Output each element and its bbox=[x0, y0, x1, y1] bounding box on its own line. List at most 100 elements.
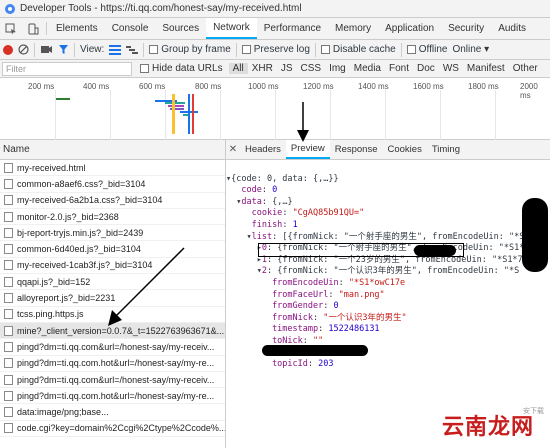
json-value: "CgAQ85b91QU=" bbox=[292, 208, 365, 219]
disable-cache-checkbox[interactable] bbox=[320, 44, 330, 54]
redaction-mark bbox=[522, 198, 548, 272]
tab-audits[interactable]: Audits bbox=[491, 18, 533, 39]
request-row[interactable]: common-a8aef6.css?_bid=3104 bbox=[0, 176, 225, 193]
tab-timing[interactable]: Timing bbox=[427, 140, 465, 159]
tab-network[interactable]: Network bbox=[206, 18, 257, 39]
filter-type-manifest[interactable]: Manifest bbox=[463, 63, 509, 74]
json-key: topicId bbox=[272, 359, 308, 370]
filter-type-js[interactable]: JS bbox=[277, 63, 297, 74]
device-toolbar-icon[interactable] bbox=[22, 18, 44, 39]
request-row[interactable]: bj-report-tryjs.min.js?_bid=2439 bbox=[0, 225, 225, 242]
json-value: {,…} bbox=[272, 196, 293, 207]
video-capture-icon[interactable] bbox=[40, 44, 53, 55]
json-key: fromEncodeUin bbox=[272, 277, 339, 288]
tab-security[interactable]: Security bbox=[441, 18, 491, 39]
json-line[interactable]: ▾2: {fromNick: "一个认识3年的男生", fromEncodeUi… bbox=[226, 266, 550, 278]
tab-cookies[interactable]: Cookies bbox=[383, 140, 427, 159]
filter-icon[interactable] bbox=[58, 44, 69, 55]
request-name: my-received-6a2b1a.css?_bid=3104 bbox=[17, 195, 163, 206]
disable-cache-option[interactable]: Disable cache bbox=[320, 44, 396, 55]
large-rows-icon[interactable] bbox=[109, 44, 122, 55]
timeline-load-marker bbox=[192, 94, 194, 134]
inspect-element-icon[interactable] bbox=[0, 18, 22, 39]
tab-elements[interactable]: Elements bbox=[49, 18, 105, 39]
request-name: my-received.html bbox=[17, 162, 86, 173]
filter-type-ws[interactable]: WS bbox=[439, 63, 463, 74]
network-toolbar: View: Group by frame Preserve log Disabl… bbox=[0, 40, 550, 60]
toolbar-separator bbox=[143, 42, 145, 57]
request-row[interactable]: pingd?dm=ti.qq.com&url=/honest-say/my-re… bbox=[0, 372, 225, 389]
group-by-frame-checkbox[interactable] bbox=[149, 44, 159, 54]
tab-sources[interactable]: Sources bbox=[155, 18, 206, 39]
json-line: fromEncodeUin: "*S1*owC17e bbox=[272, 277, 406, 288]
throttling-select[interactable]: Online ▾ bbox=[452, 44, 489, 55]
close-icon[interactable]: ✕ bbox=[226, 140, 240, 159]
json-preview: ▾{code: 0, data: {,…}} code: 0 ▾data: {,… bbox=[226, 162, 550, 371]
tab-performance[interactable]: Performance bbox=[257, 18, 328, 39]
json-key: timestamp bbox=[272, 324, 319, 335]
tab-memory[interactable]: Memory bbox=[328, 18, 378, 39]
request-row[interactable]: data:image/png;base... bbox=[0, 404, 225, 421]
file-icon bbox=[4, 390, 13, 401]
json-key: code bbox=[241, 185, 262, 196]
tab-console[interactable]: Console bbox=[105, 18, 156, 39]
tab-response[interactable]: Response bbox=[330, 140, 383, 159]
request-row[interactable]: monitor-2.0.js?_bid=2368 bbox=[0, 209, 225, 226]
json-line[interactable]: ▾data: {,…} bbox=[226, 197, 550, 209]
request-name: monitor-2.0.js?_bid=2368 bbox=[17, 211, 119, 222]
clear-icon[interactable] bbox=[18, 44, 29, 55]
json-value: 1 bbox=[292, 219, 298, 230]
record-icon[interactable] bbox=[3, 44, 13, 55]
filter-type-all[interactable]: All bbox=[228, 63, 248, 74]
toolbar-separator bbox=[400, 42, 402, 57]
waterfall-icon[interactable] bbox=[126, 45, 139, 55]
json-value: 0 bbox=[333, 301, 339, 312]
json-key: cookie bbox=[251, 208, 283, 219]
json-key: fromGender bbox=[272, 301, 324, 312]
request-row[interactable]: pingd?dm=ti.qq.com.hot&url=/honest-say/m… bbox=[0, 388, 225, 405]
request-name: pingd?dm=ti.qq.com&url=/honest-say/my-re… bbox=[17, 341, 215, 352]
file-icon bbox=[4, 374, 13, 385]
request-name: tcss.ping.https.js bbox=[17, 309, 84, 320]
json-line: cookie: "CgAQ85b91QU=" bbox=[251, 208, 365, 219]
preserve-log-checkbox[interactable] bbox=[241, 44, 251, 54]
request-row[interactable]: pingd?dm=ti.qq.com&url=/honest-say/my-re… bbox=[0, 339, 225, 356]
request-row[interactable]: code.cgi?key=domain%2Ccgi%2Ctype%2Ccode%… bbox=[0, 421, 225, 438]
filter-type-xhr[interactable]: XHR bbox=[248, 63, 277, 74]
tab-separator bbox=[46, 22, 47, 35]
request-row[interactable]: my-received-6a2b1a.css?_bid=3104 bbox=[0, 193, 225, 209]
request-row[interactable]: pingd?dm=ti.qq.com.hot&url=/honest-say/m… bbox=[0, 356, 225, 372]
filter-type-css[interactable]: CSS bbox=[297, 63, 326, 74]
name-column-header[interactable]: Name bbox=[0, 140, 225, 160]
timeline-dom-marker bbox=[172, 94, 175, 134]
json-root-line[interactable]: ▾{code: 0, data: {,…}} bbox=[226, 174, 550, 186]
filter-type-media[interactable]: Media bbox=[350, 63, 385, 74]
tab-headers[interactable]: Headers bbox=[240, 140, 286, 159]
request-name: pingd?dm=ti.qq.com&url=/honest-say/my-re… bbox=[17, 374, 215, 385]
file-icon bbox=[4, 227, 13, 238]
annotation-arrow-icon bbox=[108, 247, 185, 326]
request-name: pingd?dm=ti.qq.com.hot&url=/honest-say/m… bbox=[17, 358, 215, 369]
filter-type-font[interactable]: Font bbox=[385, 63, 413, 74]
filter-type-other[interactable]: Other bbox=[509, 63, 542, 74]
json-line[interactable]: ▾list: [{fromNick: "一个射手座的男生", fromEncod… bbox=[226, 232, 550, 244]
timeline-gridline bbox=[220, 90, 221, 140]
hide-data-urls-option[interactable]: Hide data URLs bbox=[140, 63, 223, 74]
group-by-frame-option[interactable]: Group by frame bbox=[149, 44, 231, 55]
preserve-log-option[interactable]: Preserve log bbox=[241, 44, 310, 55]
window-title-bar: Developer Tools - https://ti.qq.com/hone… bbox=[0, 0, 550, 18]
request-detail-pane: ✕ Headers Preview Response Cookies Timin… bbox=[226, 102, 550, 448]
filter-input[interactable]: Filter bbox=[2, 61, 132, 76]
filter-type-img[interactable]: Img bbox=[325, 63, 350, 74]
request-row[interactable]: my-received.html bbox=[0, 160, 225, 177]
hide-data-urls-checkbox[interactable] bbox=[140, 63, 149, 73]
network-overview-timeline[interactable]: 200 ms 400 ms 600 ms 800 ms 1000 ms 1200… bbox=[0, 78, 550, 140]
file-icon bbox=[4, 423, 13, 434]
filter-type-doc[interactable]: Doc bbox=[413, 63, 439, 74]
json-line: fromGender: 0 bbox=[272, 301, 339, 312]
offline-checkbox[interactable] bbox=[406, 44, 416, 54]
offline-option[interactable]: Offline bbox=[406, 44, 447, 55]
tab-application[interactable]: Application bbox=[378, 18, 441, 39]
json-line: fromFaceUrl: "man.png" bbox=[272, 289, 385, 300]
hide-data-urls-label: Hide data URLs bbox=[152, 63, 223, 74]
